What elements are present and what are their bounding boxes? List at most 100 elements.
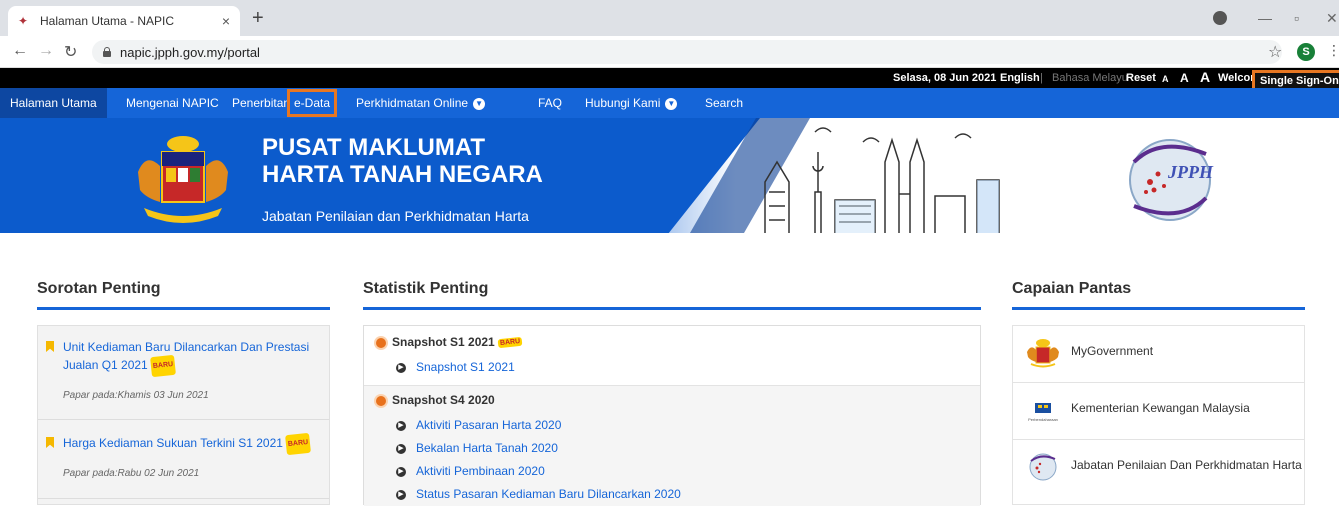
malaysia-coat-of-arms-logo xyxy=(138,136,228,223)
nav-about[interactable]: Mengenai NAPIC xyxy=(126,88,219,118)
banner-title: PUSAT MAKLUMAT HARTA TANAH NEGARA xyxy=(262,134,543,188)
news-date: Papar pada:Khamis 03 Jun 2021 xyxy=(63,390,209,401)
nav-contact-label: Hubungi Kami xyxy=(585,96,661,110)
font-large-button[interactable]: A xyxy=(1200,69,1210,85)
quick-link-label: Kementerian Kewangan Malaysia xyxy=(1071,401,1250,415)
browser-tab[interactable]: ✦ Halaman Utama - NAPIC × xyxy=(8,6,240,36)
lang-separator: | xyxy=(1040,72,1043,84)
profile-avatar[interactable]: S xyxy=(1297,43,1315,61)
sorotan-title: Sorotan Penting xyxy=(37,280,161,297)
arrow-right-icon: ▶ xyxy=(396,443,406,454)
sorotan-list: Unit Kediaman Baru Dilancarkan Dan Prest… xyxy=(37,325,330,505)
site-banner: PUSAT MAKLUMAT HARTA TANAH NEGARA Jabata… xyxy=(0,118,1339,233)
banner-title-line2: HARTA TANAH NEGARA xyxy=(262,161,543,188)
tab-title: Halaman Utama - NAPIC xyxy=(40,14,175,28)
browser-tab-bar: ✦ Halaman Utama - NAPIC × + — ▫ ✕ xyxy=(0,0,1339,36)
nav-publications[interactable]: Penerbitan xyxy=(232,88,290,118)
stat-group-heading: Snapshot S4 2020 xyxy=(376,393,495,407)
reset-font-link[interactable]: Reset xyxy=(1126,72,1156,84)
malaysia-crest-icon xyxy=(1027,339,1059,368)
forward-icon[interactable]: → xyxy=(38,42,54,60)
kl-skyline-illustration xyxy=(764,127,1000,233)
statistik-rule xyxy=(363,307,981,310)
stat-group-heading: Snapshot S1 2021 BARU xyxy=(376,335,523,349)
stat-heading-text: Snapshot S1 2021 xyxy=(392,335,495,349)
news-item: Harga Kediaman Sukuan Terkini S1 2021 BAR… xyxy=(38,432,329,479)
bookmark-icon xyxy=(46,437,54,448)
url-field[interactable]: napic.jpph.gov.my/portal xyxy=(92,40,1282,64)
svg-text:JPPH: JPPH xyxy=(1167,162,1214,182)
news-divider xyxy=(38,419,329,420)
quick-link-mof[interactable]: Perbendaharaan Kementerian Kewangan Mala… xyxy=(1013,383,1304,440)
font-medium-button[interactable]: A xyxy=(1180,71,1189,85)
nav-edata[interactable]: e-Data xyxy=(286,88,338,118)
nav-online-services[interactable]: Perkhidmatan Online ▼ xyxy=(356,88,486,118)
lang-english-link[interactable]: English xyxy=(1000,72,1040,84)
capaian-rule xyxy=(1012,307,1305,310)
news-title: Harga Kediaman Sukuan Terkini S1 2021 xyxy=(63,436,283,451)
new-tab-button[interactable]: + xyxy=(252,8,264,28)
quick-link-jpph[interactable]: Jabatan Penilaian Dan Perkhidmatan Harta xyxy=(1013,440,1304,506)
stat-link-text: Aktiviti Pasaran Harta 2020 xyxy=(416,418,562,432)
banner-title-line1: PUSAT MAKLUMAT xyxy=(262,134,486,161)
arrow-right-icon: ▶ xyxy=(396,362,406,373)
capaian-title: Capaian Pantas xyxy=(1012,280,1132,297)
chevron-down-icon: ▼ xyxy=(665,97,678,110)
extension-icon[interactable] xyxy=(1213,11,1227,25)
nav-home[interactable]: Halaman Utama xyxy=(0,88,107,118)
news-title: Unit Kediaman Baru Dilancarkan Dan Prest… xyxy=(63,340,310,373)
news-divider xyxy=(38,498,329,499)
nav-faq[interactable]: FAQ xyxy=(538,88,562,118)
minimize-icon[interactable]: — xyxy=(1258,10,1272,26)
stat-link[interactable]: ▶ Aktiviti Pasaran Harta 2020 xyxy=(396,418,561,432)
sorotan-rule xyxy=(37,307,330,310)
stat-link-text: Aktiviti Pembinaan 2020 xyxy=(416,464,545,478)
stat-link[interactable]: ▶ Status Pasaran Kediaman Baru Dilancarka… xyxy=(396,487,681,501)
nav-search[interactable]: Search xyxy=(705,88,743,118)
site-top-strip: Selasa, 08 Jun 2021 English | Bahasa Mel… xyxy=(0,68,1339,94)
banner-subtitle: Jabatan Penilaian dan Perkhidmatan Harta xyxy=(262,208,529,224)
address-bar: ← → ↻ napic.jpph.gov.my/portal ☆ S ⋮ xyxy=(0,36,1339,68)
bookmark-star-icon[interactable]: ☆ xyxy=(1268,42,1282,62)
sun-icon xyxy=(376,395,386,406)
close-window-icon[interactable]: ✕ xyxy=(1326,10,1338,27)
quick-link-mygovernment[interactable]: MyGovernment xyxy=(1013,326,1304,383)
new-badge-icon: BARU xyxy=(497,337,523,349)
browser-menu-icon[interactable]: ⋮ xyxy=(1327,42,1339,59)
url-text: napic.jpph.gov.my/portal xyxy=(120,44,260,60)
stat-link-text: Bekalan Harta Tanah 2020 xyxy=(416,441,558,455)
news-link[interactable]: Harga Kediaman Sukuan Terkini S1 2021 BAR… xyxy=(63,432,315,456)
news-link[interactable]: Unit Kediaman Baru Dilancarkan Dan Prest… xyxy=(63,338,315,378)
stat-heading-text: Snapshot S4 2020 xyxy=(392,393,495,407)
new-badge-icon: BARU xyxy=(149,354,176,378)
arrow-right-icon: ▶ xyxy=(396,420,406,431)
back-icon[interactable]: ← xyxy=(12,42,28,60)
bookmark-icon xyxy=(46,341,54,352)
stat-link-text: Status Pasaran Kediaman Baru Dilancarkan… xyxy=(416,487,681,501)
statistik-list: Snapshot S1 2021 BARU ▶ Snapshot S1 2021 S… xyxy=(363,325,981,506)
news-item: Unit Kediaman Baru Dilancarkan Dan Prest… xyxy=(38,338,329,401)
close-tab-icon[interactable]: × xyxy=(222,13,230,29)
font-small-button[interactable]: A xyxy=(1162,74,1169,84)
nav-online-label: Perkhidmatan Online xyxy=(356,96,469,110)
statistik-title: Statistik Penting xyxy=(363,280,489,297)
capaian-list: MyGovernment Perbendaharaan Kementerian … xyxy=(1012,325,1305,505)
nav-contact[interactable]: Hubungi Kami ▼ xyxy=(585,88,678,118)
lock-icon xyxy=(102,47,112,57)
stat-link-text: Snapshot S1 2021 xyxy=(416,360,515,374)
stat-link[interactable]: ▶ Snapshot S1 2021 xyxy=(396,360,515,374)
maximize-icon[interactable]: ▫ xyxy=(1294,10,1299,26)
arrow-right-icon: ▶ xyxy=(396,466,406,477)
sun-icon xyxy=(376,337,386,348)
news-date: Papar pada:Rabu 02 Jun 2021 xyxy=(63,468,200,479)
site-favicon-icon: ✦ xyxy=(18,14,29,28)
treasury-logo-icon: Perbendaharaan xyxy=(1028,403,1058,422)
jpph-logo: JPPH xyxy=(1129,139,1214,221)
stat-link[interactable]: ▶ Bekalan Harta Tanah 2020 xyxy=(396,441,558,455)
reload-icon[interactable]: ↻ xyxy=(64,42,77,62)
jpph-globe-icon xyxy=(1029,453,1057,481)
stat-link[interactable]: ▶ Aktiviti Pembinaan 2020 xyxy=(396,464,545,478)
chevron-down-icon: ▼ xyxy=(473,97,486,110)
lang-malay-link[interactable]: Bahasa Melayu xyxy=(1052,72,1128,84)
quick-link-label: MyGovernment xyxy=(1071,344,1154,358)
